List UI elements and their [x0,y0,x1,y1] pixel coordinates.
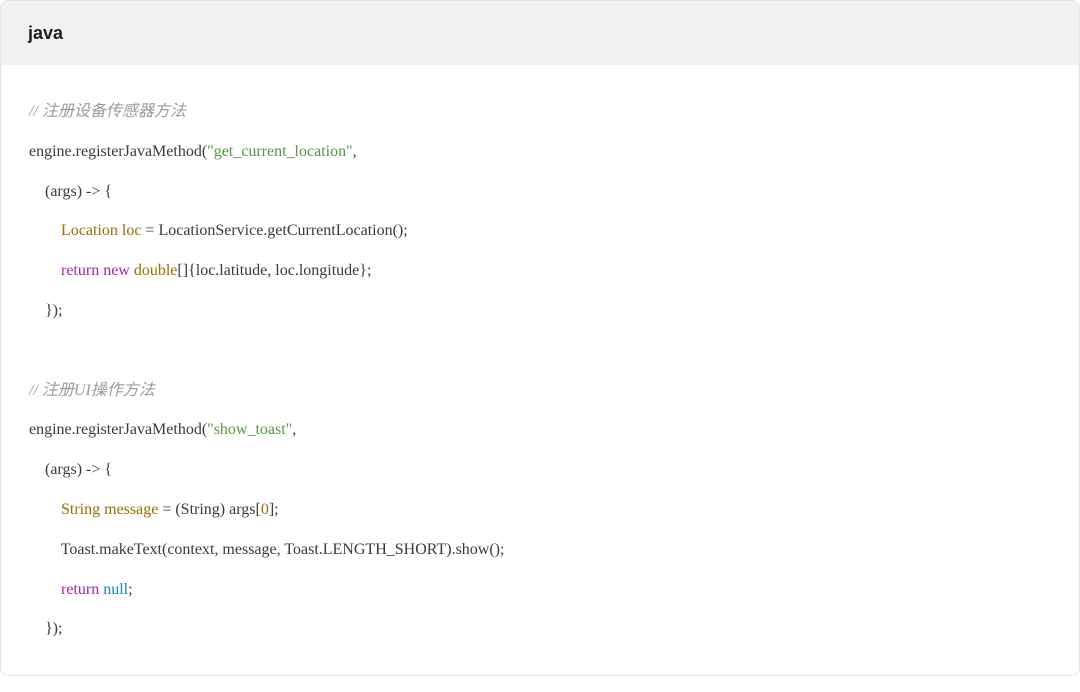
code-token-number: 0 [260,501,269,518]
code-token-plain: }); [29,302,63,319]
code-token-plain: = (String) args[ [158,501,261,518]
code-token-keyword: return [61,262,100,280]
code-line: (args) -> { [29,458,112,482]
code-token-type: message [104,501,159,518]
code-line: // 注册UI操作方法 [29,379,155,403]
code-token-plain: engine.registerJavaMethod( [29,142,208,160]
code-token-type: String [61,501,101,518]
code-token-plain: , [352,142,357,160]
code-line: String message = (String) args[0]; [29,498,279,522]
code-token-plain: = LocationService.getCurrentLocation(); [141,222,408,240]
code-token-plain: engine.registerJavaMethod( [29,421,208,439]
code-token-plain: , [292,421,297,439]
code-line: return null; [29,578,133,602]
code-line: // 注册设备传感器方法 [29,100,186,124]
code-token-keyword: new [103,262,130,280]
code-line: Location loc = LocationService.getCurren… [29,219,408,243]
language-label: java [28,22,64,43]
code-line: }); [29,299,62,323]
code-token-plain: Toast.makeText(context, message, Toast.L… [29,540,505,558]
code-token-keyword: return [61,580,100,598]
code-line: Toast.makeText(context, message, Toast.L… [29,538,505,562]
code-block: java // 注册设备传感器方法 engine.registerJavaMeth… [0,0,1080,676]
code-token-comment: // 注册UI操作方法 [29,381,155,399]
code-line: engine.registerJavaMethod("get_current_l… [29,140,357,164]
code-token-string: "get_current_location" [207,142,353,160]
code-line: (args) -> { [29,180,112,204]
code-token-type: double [133,262,178,280]
code-token-plain: (args) -> { [29,461,113,479]
code-token-plain: ; [128,580,133,598]
code-token-type: Location [61,222,118,240]
code-token-literal: null [103,580,129,598]
code-token-comment: // 注册设备传感器方法 [29,103,186,120]
code-line: return new double[]{loc.latitude, loc.lo… [29,259,371,283]
code-token-plain: ]; [268,501,279,518]
code-line: }); [29,617,62,641]
code-token-plain: }); [29,620,63,638]
code-token-plain: []{loc.latitude, loc.longitude}; [177,262,372,280]
code-block-header: java [1,1,1079,65]
code-token-string: "show_toast" [207,421,293,439]
code-token-type: loc [121,222,142,240]
code-line: engine.registerJavaMethod("show_toast", [29,418,296,442]
code-token-plain: (args) -> { [29,182,113,200]
